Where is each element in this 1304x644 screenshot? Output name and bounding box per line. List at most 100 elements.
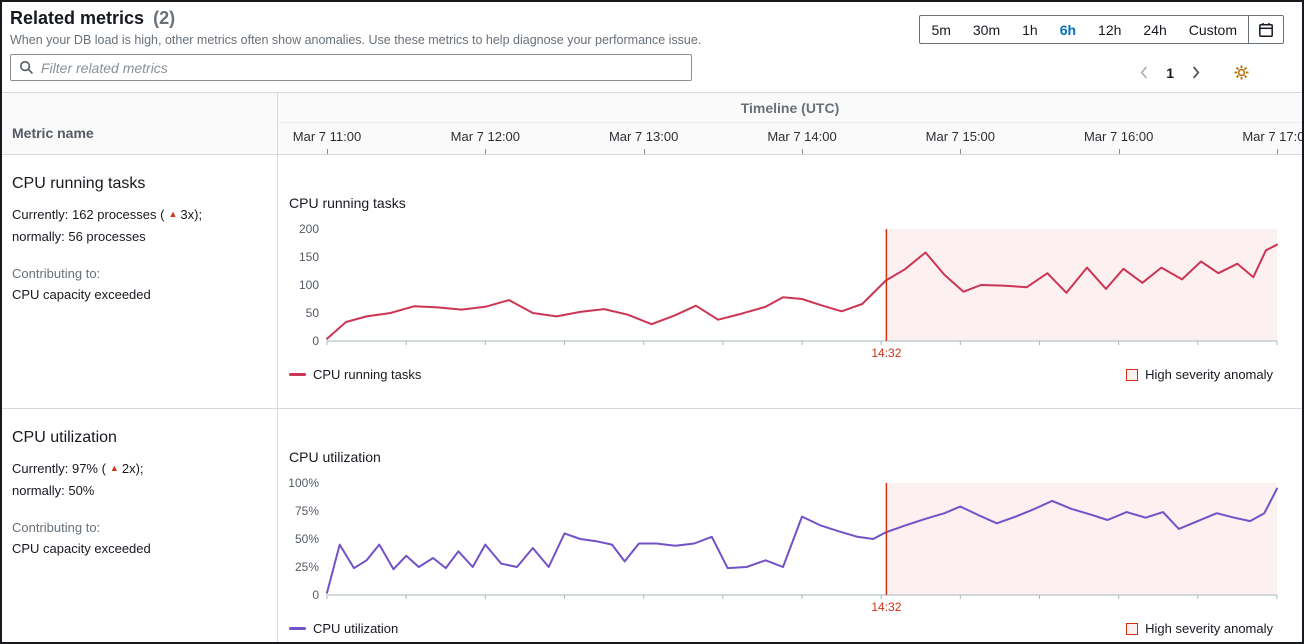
svg-text:25%: 25%: [295, 560, 319, 574]
metric-normally: normally: 50%: [12, 480, 263, 502]
timeline-tick-mark: [802, 149, 803, 154]
previous-page-button[interactable]: [1137, 63, 1152, 82]
metric-name-column-header: Metric name: [2, 93, 278, 154]
svg-text:0: 0: [312, 588, 319, 602]
time-range-custom[interactable]: Custom: [1178, 16, 1248, 43]
filter-box: [10, 54, 692, 81]
series-line-swatch: [289, 627, 306, 630]
cpu-utilization-chart[interactable]: 0 25% 50% 75% 100% 14:32: [278, 471, 1304, 617]
legend-anomaly-label: High severity anomaly: [1145, 367, 1273, 382]
timeline-column-header: Timeline (UTC) Mar 7 11:00Mar 7 12:00Mar…: [278, 93, 1302, 154]
timeline-ticks: Mar 7 11:00 Mar 7 12:00 Mar 7 13:00 Mar 7 1…: [278, 123, 1302, 154]
time-range-30m[interactable]: 30m: [962, 16, 1011, 43]
timeline-header-label: Timeline (UTC): [741, 100, 840, 116]
metric-name-header-label: Metric name: [12, 125, 94, 141]
metric-current-text: Currently: 97% (: [12, 461, 106, 476]
chart-title: CPU utilization: [289, 449, 1302, 465]
timeline-tick-mark: [960, 149, 961, 154]
svg-text:100%: 100%: [288, 476, 319, 490]
legend-anomaly-label: High severity anomaly: [1145, 621, 1273, 636]
page-title: Related metrics (2): [10, 8, 175, 29]
time-range-5m[interactable]: 5m: [920, 16, 961, 43]
metric-multiplier: 2x: [122, 461, 136, 476]
related-metrics-panel: Related metrics (2) When your DB load is…: [0, 0, 1304, 644]
metric-normally: normally: 56 processes: [12, 226, 263, 248]
page-description: When your DB load is high, other metrics…: [10, 33, 701, 47]
timeline-tick-mark: [644, 149, 645, 154]
legend-anomaly: High severity anomaly: [1126, 621, 1273, 636]
next-page-button[interactable]: [1188, 63, 1203, 82]
svg-text:200: 200: [299, 222, 319, 236]
chart-legend: CPU running tasks High severity anomaly: [289, 367, 1273, 382]
time-range-24h[interactable]: 24h: [1132, 16, 1177, 43]
trend-up-icon: ▲: [110, 463, 119, 473]
metric-current-text: Currently: 162 processes (: [12, 207, 164, 222]
legend-series-label: CPU running tasks: [313, 367, 421, 382]
timeline-tick-label: Mar 7 16:00: [1084, 129, 1153, 144]
time-range-options: 5m30m1h6h12h24hCustom: [920, 16, 1248, 43]
related-metrics-table: Metric name Timeline (UTC) Mar 7 11:00Ma…: [2, 92, 1302, 642]
trend-up-icon: ▲: [168, 209, 177, 219]
anomaly-box-swatch: [1126, 369, 1138, 381]
svg-text:14:32: 14:32: [871, 346, 901, 360]
metric-multiplier: 3x: [180, 207, 194, 222]
timeline-tick-label: Mar 7 11:00: [293, 129, 361, 144]
time-range-6h[interactable]: 6h: [1049, 16, 1087, 43]
timeline-cell: CPU utilization 0 25% 50% 75% 100% 14:32 CPU …: [278, 409, 1302, 642]
cpu-running-tasks-chart[interactable]: 0 50 100 150 200 14:32: [278, 217, 1304, 363]
timeline-tick-label: Mar 7 17:00: [1242, 129, 1304, 144]
timeline-title-row: Timeline (UTC): [278, 93, 1302, 123]
timeline-tick-mark: [1119, 149, 1120, 154]
page-number[interactable]: 1: [1166, 65, 1174, 81]
anomaly-box-swatch: [1126, 623, 1138, 635]
timeline-tick-label: Mar 7 13:00: [609, 129, 678, 144]
metric-current-suffix: );: [136, 461, 144, 476]
timeline-tick-label: Mar 7 15:00: [926, 129, 995, 144]
svg-text:0: 0: [312, 334, 319, 348]
panel-header: Related metrics (2) When your DB load is…: [2, 2, 1302, 92]
timeline-tick-mark: [485, 149, 486, 154]
contributing-value: CPU capacity exceeded: [12, 538, 263, 559]
settings-gear-icon[interactable]: [1233, 64, 1250, 81]
legend-series[interactable]: CPU utilization: [289, 621, 398, 636]
contributing-label: Contributing to:: [12, 517, 263, 538]
metric-current: Currently: 97% ( ▲2x);: [12, 457, 263, 480]
metric-name: CPU utilization: [12, 429, 263, 447]
search-icon: [19, 60, 34, 75]
svg-text:14:32: 14:32: [871, 600, 901, 614]
timeline-tick-label: Mar 7 14:00: [767, 129, 836, 144]
legend-anomaly: High severity anomaly: [1126, 367, 1273, 382]
filter-input[interactable]: [41, 60, 683, 76]
svg-text:150: 150: [299, 250, 319, 264]
table-row: CPU utilization Currently: 97% ( ▲2x); no…: [2, 409, 1302, 642]
calendar-icon[interactable]: [1249, 16, 1283, 43]
series-line-swatch: [289, 373, 306, 376]
timeline-tick-mark: [327, 149, 328, 154]
metric-cell: CPU running tasks Currently: 162 process…: [2, 155, 278, 408]
contributing-value: CPU capacity exceeded: [12, 284, 263, 305]
timeline-tick-mark: [1277, 149, 1278, 154]
table-row: CPU running tasks Currently: 162 process…: [2, 155, 1302, 409]
svg-text:75%: 75%: [295, 504, 319, 518]
svg-text:50: 50: [306, 306, 320, 320]
metric-current-suffix: );: [194, 207, 202, 222]
metric-cell: CPU utilization Currently: 97% ( ▲2x); no…: [2, 409, 278, 642]
contributing-label: Contributing to:: [12, 263, 263, 284]
chart-title: CPU running tasks: [289, 195, 1302, 211]
table-tools: 1: [1137, 63, 1250, 82]
metric-current: Currently: 162 processes ( ▲3x);: [12, 203, 263, 226]
metric-name: CPU running tasks: [12, 175, 263, 193]
legend-series[interactable]: CPU running tasks: [289, 367, 421, 382]
svg-text:100: 100: [299, 278, 319, 292]
time-range-1h[interactable]: 1h: [1011, 16, 1049, 43]
time-range-12h[interactable]: 12h: [1087, 16, 1132, 43]
legend-series-label: CPU utilization: [313, 621, 398, 636]
table-header: Metric name Timeline (UTC) Mar 7 11:00Ma…: [2, 93, 1302, 155]
page-title-text: Related metrics: [10, 8, 144, 28]
timeline-tick-label: Mar 7 12:00: [451, 129, 520, 144]
svg-text:50%: 50%: [295, 532, 319, 546]
metric-count: (2): [153, 8, 175, 28]
time-range-selector: 5m30m1h6h12h24hCustom: [919, 15, 1284, 44]
timeline-cell: CPU running tasks 0 50 100 150 200 14:32 CPU …: [278, 155, 1302, 408]
chart-legend: CPU utilization High severity anomaly: [289, 621, 1273, 636]
